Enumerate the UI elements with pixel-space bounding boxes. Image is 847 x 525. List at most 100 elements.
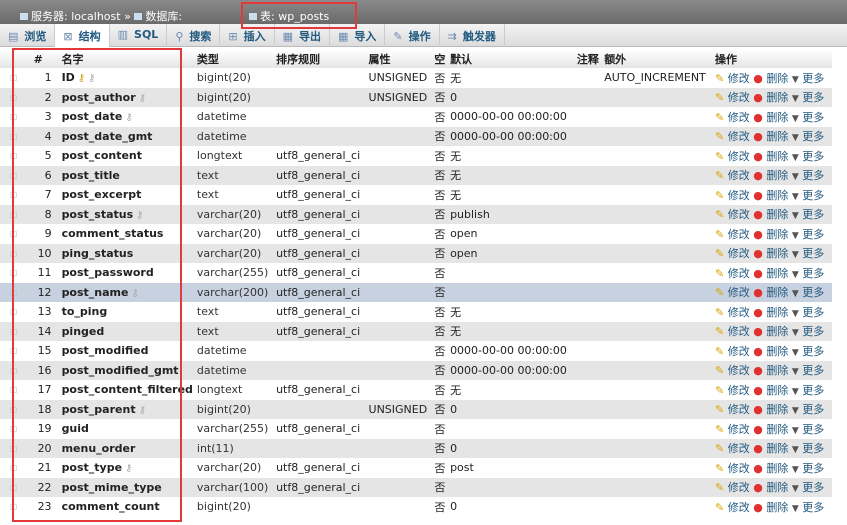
row-checkbox[interactable]: ▢ [0, 146, 20, 166]
more-dropdown[interactable]: 更多 [802, 247, 824, 260]
edit-link[interactable]: 修改 [728, 306, 750, 319]
more-dropdown[interactable]: 更多 [802, 286, 824, 299]
more-dropdown[interactable]: 更多 [802, 267, 824, 280]
row-checkbox[interactable]: ▢ [0, 204, 20, 224]
tab-wrench[interactable]: ✎ 操作 [385, 24, 440, 47]
edit-link[interactable]: 修改 [728, 91, 750, 104]
edit-link[interactable]: 修改 [728, 111, 750, 124]
more-dropdown[interactable]: 更多 [802, 91, 824, 104]
more-dropdown[interactable]: 更多 [802, 442, 824, 455]
drop-link[interactable]: 删除 [766, 189, 788, 202]
drop-link[interactable]: 删除 [766, 72, 788, 85]
more-dropdown[interactable]: 更多 [802, 111, 824, 124]
more-dropdown[interactable]: 更多 [802, 130, 824, 143]
more-dropdown[interactable]: 更多 [802, 364, 824, 377]
table-row[interactable]: ▢ 8 post_status ⚷ varchar(20) utf8_genera… [0, 204, 832, 224]
edit-link[interactable]: 修改 [728, 189, 750, 202]
table-row[interactable]: ▢ 20 menu_order int(11) 否 0 ✎ 修改 ● 删除 ▼ … [0, 438, 832, 458]
drop-link[interactable]: 删除 [766, 345, 788, 358]
more-dropdown[interactable]: 更多 [802, 150, 824, 163]
breadcrumb-server[interactable]: 服务器: localhost [31, 10, 121, 23]
drop-link[interactable]: 删除 [766, 286, 788, 299]
edit-link[interactable]: 修改 [728, 501, 750, 514]
edit-link[interactable]: 修改 [728, 228, 750, 241]
drop-link[interactable]: 删除 [766, 247, 788, 260]
drop-link[interactable]: 删除 [766, 325, 788, 338]
edit-link[interactable]: 修改 [728, 169, 750, 182]
table-row[interactable]: ▢ 11 post_password varchar(255) utf8_gen… [0, 263, 832, 283]
tab-import[interactable]: ▦ 导入 [330, 24, 386, 47]
header-default[interactable]: 默认 [448, 50, 575, 68]
row-checkbox[interactable]: ▢ [0, 68, 20, 88]
tab-insert[interactable]: ⊞ 插入 [220, 24, 275, 47]
edit-link[interactable]: 修改 [728, 442, 750, 455]
more-dropdown[interactable]: 更多 [802, 208, 824, 221]
more-dropdown[interactable]: 更多 [802, 228, 824, 241]
table-row[interactable]: ▢ 21 post_type ⚷ varchar(20) utf8_general… [0, 458, 832, 478]
table-row[interactable]: ▢ 6 post_title text utf8_general_ci 否 无 … [0, 165, 832, 185]
table-row[interactable]: ▢ 17 post_content_filtered longtext utf8… [0, 380, 832, 400]
row-checkbox[interactable]: ▢ [0, 107, 20, 127]
drop-link[interactable]: 删除 [766, 208, 788, 221]
edit-link[interactable]: 修改 [728, 462, 750, 475]
header-collation[interactable]: 排序规则 [274, 50, 367, 68]
more-dropdown[interactable]: 更多 [802, 481, 824, 494]
table-row[interactable]: ▢ 1 ID ⚷ ⚷ bigint(20) UNSIGNED 否 无 AUTO_IN… [0, 68, 832, 88]
row-checkbox[interactable]: ▢ [0, 438, 20, 458]
drop-link[interactable]: 删除 [766, 267, 788, 280]
header-extra[interactable]: 额外 [602, 50, 714, 68]
row-checkbox[interactable]: ▢ [0, 497, 20, 517]
table-row[interactable]: ▢ 10 ping_status varchar(20) utf8_genera… [0, 243, 832, 263]
edit-link[interactable]: 修改 [728, 208, 750, 221]
drop-link[interactable]: 删除 [766, 111, 788, 124]
row-checkbox[interactable]: ▢ [0, 341, 20, 361]
more-dropdown[interactable]: 更多 [802, 403, 824, 416]
drop-link[interactable]: 删除 [766, 442, 788, 455]
edit-link[interactable]: 修改 [728, 247, 750, 260]
more-dropdown[interactable]: 更多 [802, 384, 824, 397]
tab-trigger[interactable]: ⇉ 触发器 [440, 24, 505, 47]
more-dropdown[interactable]: 更多 [802, 462, 824, 475]
row-checkbox[interactable]: ▢ [0, 263, 20, 283]
row-checkbox[interactable]: ▢ [0, 87, 20, 107]
drop-link[interactable]: 删除 [766, 384, 788, 397]
edit-link[interactable]: 修改 [728, 150, 750, 163]
header-attributes[interactable]: 属性 [366, 50, 433, 68]
more-dropdown[interactable]: 更多 [802, 189, 824, 202]
edit-link[interactable]: 修改 [728, 286, 750, 299]
row-checkbox[interactable]: ▢ [0, 243, 20, 263]
drop-link[interactable]: 删除 [766, 501, 788, 514]
table-row[interactable]: ▢ 15 post_modified datetime 否 0000-00-00… [0, 341, 832, 361]
row-checkbox[interactable]: ▢ [0, 458, 20, 478]
table-row[interactable]: ▢ 19 guid varchar(255) utf8_general_ci 否… [0, 419, 832, 439]
row-checkbox[interactable]: ▢ [0, 477, 20, 497]
tab-browse[interactable]: ▤ 浏览 [0, 24, 56, 47]
row-checkbox[interactable]: ▢ [0, 399, 20, 419]
drop-link[interactable]: 删除 [766, 169, 788, 182]
header-type[interactable]: 类型 [194, 50, 275, 68]
more-dropdown[interactable]: 更多 [802, 169, 824, 182]
more-dropdown[interactable]: 更多 [802, 501, 824, 514]
table-row[interactable]: ▢ 7 post_excerpt text utf8_general_ci 否 … [0, 185, 832, 205]
drop-link[interactable]: 删除 [766, 423, 788, 436]
drop-link[interactable]: 删除 [766, 306, 788, 319]
table-row[interactable]: ▢ 3 post_date ⚷ datetime 否 0000-00-00 00:… [0, 107, 832, 127]
table-row[interactable]: ▢ 22 post_mime_type varchar(100) utf8_ge… [0, 477, 832, 497]
row-checkbox[interactable]: ▢ [0, 185, 20, 205]
table-row[interactable]: ▢ 2 post_author ⚷ bigint(20) UNSIGNED 否 0… [0, 87, 832, 107]
edit-link[interactable]: 修改 [728, 423, 750, 436]
edit-link[interactable]: 修改 [728, 267, 750, 280]
row-checkbox[interactable]: ▢ [0, 302, 20, 322]
tab-search[interactable]: ⚲ 搜索 [167, 24, 221, 47]
table-row[interactable]: ▢ 14 pinged text utf8_general_ci 否 无 ✎ 修… [0, 321, 832, 341]
table-row[interactable]: ▢ 18 post_parent ⚷ bigint(20) UNSIGNED 否 … [0, 399, 832, 419]
more-dropdown[interactable]: 更多 [802, 423, 824, 436]
row-checkbox[interactable]: ▢ [0, 224, 20, 244]
table-row[interactable]: ▢ 13 to_ping text utf8_general_ci 否 无 ✎ … [0, 302, 832, 322]
drop-link[interactable]: 删除 [766, 364, 788, 377]
header-comment[interactable]: 注释 [574, 50, 603, 68]
drop-link[interactable]: 删除 [766, 150, 788, 163]
drop-link[interactable]: 删除 [766, 481, 788, 494]
row-checkbox[interactable]: ▢ [0, 321, 20, 341]
row-checkbox[interactable]: ▢ [0, 126, 20, 146]
